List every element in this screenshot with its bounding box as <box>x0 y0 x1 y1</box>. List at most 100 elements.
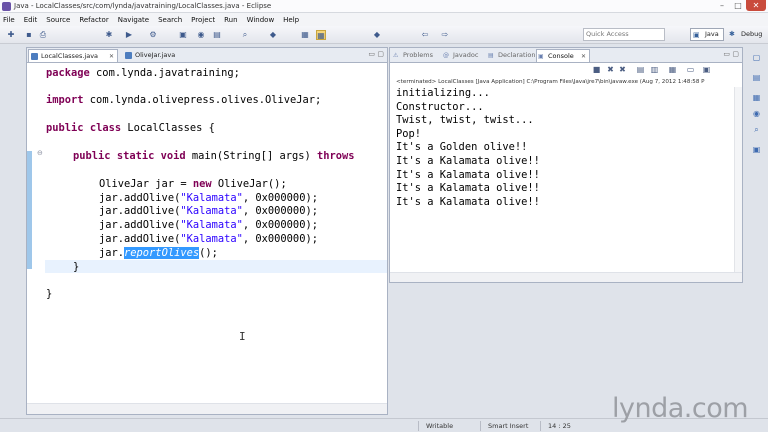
tab-label: LocalClasses.java <box>41 52 99 60</box>
status-separator <box>418 421 419 431</box>
print-icon[interactable]: ⎙ <box>38 30 48 40</box>
mark-occurrences-icon[interactable]: ◆ <box>268 30 278 40</box>
menu-bar: File Edit Source Refactor Navigate Searc… <box>0 13 768 26</box>
status-insert-mode: Smart Insert <box>488 422 529 430</box>
declaration-icon: ▤ <box>488 52 494 59</box>
clear-console-icon[interactable]: ▤ <box>636 65 645 74</box>
search-view-icon[interactable]: ⌕ <box>752 125 761 134</box>
tab-localclasses-java[interactable]: LocalClasses.java ✕ <box>28 49 118 62</box>
task-list-icon[interactable]: ▦ <box>752 93 761 102</box>
maximize-window-button[interactable]: □ <box>730 0 746 11</box>
perspective-debug[interactable]: ✱ Debug <box>727 28 765 41</box>
title-bar: Java - LocalClasses/src/com/lynda/javatr… <box>0 0 768 13</box>
console-line: Constructor... <box>396 100 484 113</box>
terminate-icon[interactable]: ■ <box>592 65 601 74</box>
code-line: jar.addOlive("Kalamata", 0x000000); <box>99 205 318 217</box>
close-window-button[interactable]: ✕ <box>746 0 766 11</box>
console-line: initializing... <box>396 87 490 99</box>
change-ruler-mark <box>27 151 32 269</box>
editor-horizontal-scrollbar[interactable] <box>27 403 387 414</box>
perspective-java[interactable]: ▣ Java <box>690 28 724 41</box>
external-tools-icon[interactable]: ⚙ <box>148 30 158 40</box>
maximize-console-icon[interactable]: ▢ <box>732 50 739 58</box>
menu-source[interactable]: Source <box>46 16 70 24</box>
next-annotation-icon[interactable]: ◆ <box>372 30 382 40</box>
console-tab-bar: ⚠ Problems @ Javadoc ▤ Declaration ▣ Con… <box>390 48 742 63</box>
console-launch-info: <terminated> LocalClasses [Java Applicat… <box>396 79 705 85</box>
menu-search[interactable]: Search <box>158 16 182 24</box>
display-console-icon[interactable]: ▭ <box>686 65 695 74</box>
menu-navigate[interactable]: Navigate <box>118 16 149 24</box>
new-class-icon[interactable]: ◉ <box>196 30 206 40</box>
java-file-icon <box>125 52 132 59</box>
console-line: It's a Kalamata olive!! <box>396 154 540 167</box>
back-icon[interactable]: ⇦ <box>420 30 430 40</box>
code-line: OliveJar jar = new OliveJar(); <box>99 178 287 190</box>
code-line: public class LocalClasses { <box>46 122 215 134</box>
menu-help[interactable]: Help <box>283 16 299 24</box>
new-package-icon[interactable]: ▣ <box>178 30 188 40</box>
remove-launch-icon[interactable]: ✖ <box>606 65 615 74</box>
menu-refactor[interactable]: Refactor <box>79 16 108 24</box>
console-horizontal-scrollbar[interactable] <box>390 272 742 282</box>
pin-console-icon[interactable]: ▦ <box>668 65 677 74</box>
open-type-icon[interactable]: ▤ <box>212 30 222 40</box>
search-icon[interactable]: ⌕ <box>240 30 250 40</box>
console-output[interactable]: initializing... Constructor... Twist, tw… <box>396 87 732 209</box>
problems-icon: ⚠ <box>393 52 399 59</box>
code-line: package com.lynda.javatraining; <box>46 67 240 79</box>
tab-olivejar-java[interactable]: OliveJar.java <box>123 49 189 62</box>
scroll-lock-icon[interactable]: ▥ <box>650 65 659 74</box>
menu-project[interactable]: Project <box>191 16 215 24</box>
toggle-block-selection-icon[interactable]: ▦ <box>300 30 310 40</box>
console-line: It's a Kalamata olive!! <box>396 182 540 195</box>
code-line: public static void main(String[] args) t… <box>73 150 355 162</box>
console-vertical-scrollbar[interactable] <box>734 87 742 273</box>
tab-console[interactable]: ▣ Console ✕ <box>536 49 590 62</box>
debug-icon[interactable]: ✱ <box>104 30 114 40</box>
menu-file[interactable]: File <box>3 16 15 24</box>
close-tab-icon[interactable]: ✕ <box>109 50 114 63</box>
fold-collapse-icon[interactable]: ⊖ <box>37 149 43 157</box>
hierarchy-icon[interactable]: ◉ <box>752 109 761 118</box>
console-icon: ▣ <box>538 53 544 60</box>
lynda-watermark: lynda.com <box>612 393 749 424</box>
status-separator <box>540 421 541 431</box>
forward-icon[interactable]: ⇨ <box>440 30 450 40</box>
window-controls: – □ ✕ <box>714 0 766 13</box>
menu-run[interactable]: Run <box>224 16 237 24</box>
status-writable: Writable <box>426 422 454 430</box>
minimize-console-icon[interactable]: ▭ <box>723 50 730 58</box>
tab-declaration[interactable]: ▤ Declaration <box>487 49 539 62</box>
menu-edit[interactable]: Edit <box>24 16 38 24</box>
save-icon[interactable]: ▪ <box>24 30 34 40</box>
maximize-view-icon[interactable]: ▢ <box>377 50 384 58</box>
code-editor: LocalClasses.java ✕ OliveJar.java ▭ ▢ ⊖ … <box>26 47 388 415</box>
console-line: It's a Golden olive!! <box>396 141 528 154</box>
tab-problems[interactable]: ⚠ Problems <box>392 49 438 62</box>
console-toolbar: ■ ✖ ✖ ▤ ▥ ▦ ▭ ▣ <box>390 63 742 77</box>
toggle-active-icon[interactable]: ▦ <box>316 30 326 40</box>
java-perspective-icon: ▣ <box>693 31 700 39</box>
minimize-view-icon[interactable]: ▭ <box>368 50 375 58</box>
outline-view-icon[interactable]: ▤ <box>752 73 761 82</box>
code-line: jar.addOlive("Kalamata", 0x000000); <box>99 233 318 245</box>
selected-text[interactable]: reportOlives <box>124 247 200 259</box>
code-line: } <box>73 261 80 273</box>
restore-view-icon[interactable]: ▢ <box>752 53 761 62</box>
open-console-icon[interactable]: ▣ <box>702 65 711 74</box>
run-icon[interactable]: ▶ <box>124 30 134 40</box>
menu-window[interactable]: Window <box>247 16 275 24</box>
code-line: jar.addOlive("Kalamata", 0x000000); <box>99 219 318 231</box>
code-area[interactable]: ⊖ package com.lynda.javatraining; import… <box>27 63 387 404</box>
minimize-window-button[interactable]: – <box>714 0 730 11</box>
minimized-console-icon[interactable]: ▣ <box>752 145 761 154</box>
console-line: Pop! <box>396 127 422 140</box>
remove-all-icon[interactable]: ✖ <box>618 65 627 74</box>
tab-javadoc[interactable]: @ Javadoc <box>442 49 484 62</box>
close-console-tab-icon[interactable]: ✕ <box>581 50 586 63</box>
editor-tab-bar: LocalClasses.java ✕ OliveJar.java ▭ ▢ <box>27 48 387 63</box>
status-separator <box>480 421 481 431</box>
quick-access-input[interactable]: Quick Access <box>583 28 665 41</box>
new-icon[interactable]: ✚ <box>6 30 16 40</box>
